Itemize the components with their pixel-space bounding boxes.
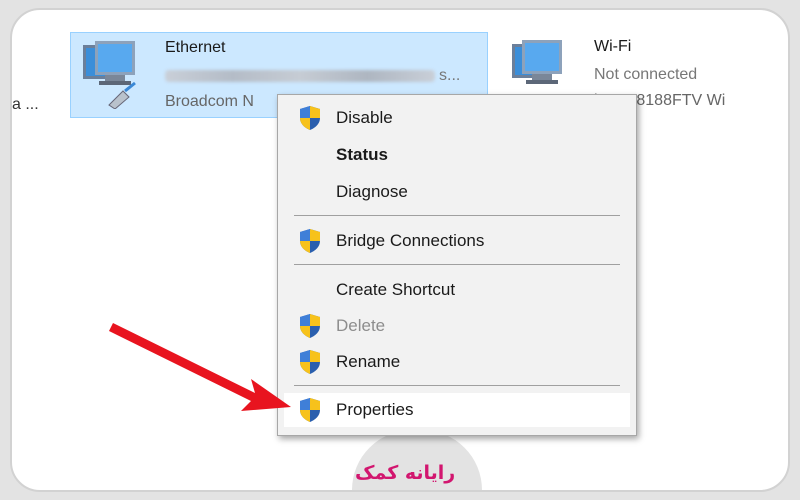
truncated-adapter-label: a ... [12,96,39,113]
menu-item-properties[interactable]: Properties [284,393,630,427]
menu-item-label: Rename [336,352,401,371]
adapter-device: Broadcom N [165,93,254,110]
menu-item-status[interactable]: Status [284,138,630,172]
uac-shield-icon [300,106,320,130]
adapter-status: s... [165,67,460,85]
menu-separator [294,215,620,216]
menu-item-rename[interactable]: Rename [284,345,630,379]
menu-item-bridge-connections[interactable]: Bridge Connections [284,224,630,258]
adapter-name: Ethernet [165,39,226,56]
menu-separator [294,264,620,265]
context-menu: Disable Status Diagnose Bridge Connectio… [277,94,637,436]
menu-item-disable[interactable]: Disable [284,101,630,135]
network-adapter-icon [83,41,136,109]
adapter-name: Wi-Fi [594,38,632,55]
uac-shield-icon [300,229,320,253]
menu-item-label: Properties [336,400,414,419]
menu-item-diagnose[interactable]: Diagnose [284,175,630,209]
menu-item-label: Disable [336,108,393,127]
redacted-network-name [165,69,435,82]
adapter-status: Not connected [594,66,698,83]
brand-logo: رایانه کمک [355,462,456,484]
menu-item-label: Bridge Connections [336,231,485,250]
menu-item-create-shortcut[interactable]: Create Shortcut [284,273,630,307]
red-pointer-arrow-icon [109,323,291,411]
menu-separator [294,385,620,386]
menu-item-label: Delete [336,316,386,335]
menu-item-label: Create Shortcut [336,280,456,299]
menu-item-label: Status [336,145,388,164]
menu-item-delete: Delete [284,309,630,343]
menu-item-label: Diagnose [336,182,408,201]
